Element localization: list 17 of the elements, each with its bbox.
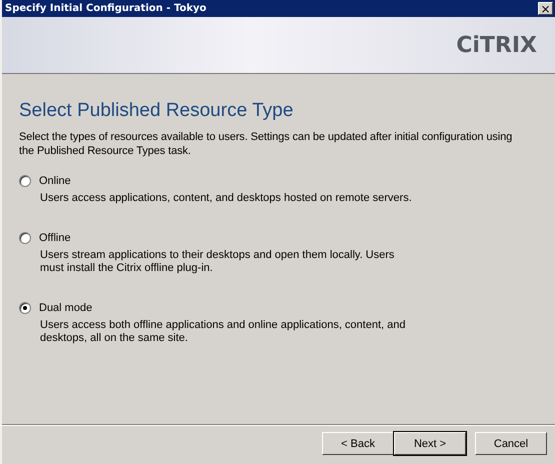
- wizard-button[interactable]: < Back: [322, 432, 394, 455]
- option-description: Users stream applications to their desktops and open them locally. Users must install the Citrix offline plug-in.: [40, 249, 396, 275]
- radio-button[interactable]: [19, 232, 31, 244]
- radio-button[interactable]: [19, 302, 31, 314]
- wizard-button[interactable]: Next >: [394, 432, 466, 455]
- radio-button[interactable]: [19, 175, 31, 187]
- option-label[interactable]: Offline: [39, 232, 71, 244]
- window-title: Specify Initial Configuration - Tokyo: [5, 3, 206, 14]
- option-description: Users access applications, content, and desktops hosted on remote servers.: [40, 192, 413, 205]
- option-description: Users access both offline applications and online applications, content, and desktops, all on the same site.: [40, 319, 406, 345]
- page-heading: Select Published Resource Type: [19, 100, 294, 122]
- option-label[interactable]: Online: [39, 175, 71, 187]
- wizard-button[interactable]: Cancel: [475, 432, 547, 455]
- logo: CiTRIX: [456, 32, 537, 58]
- option-label[interactable]: Dual mode: [39, 302, 92, 314]
- page-description: Select the types of resources available to users. Settings can be updated after initial configuration using the Published Resource Types task.: [19, 130, 514, 158]
- close-button[interactable]: ×: [538, 2, 553, 15]
